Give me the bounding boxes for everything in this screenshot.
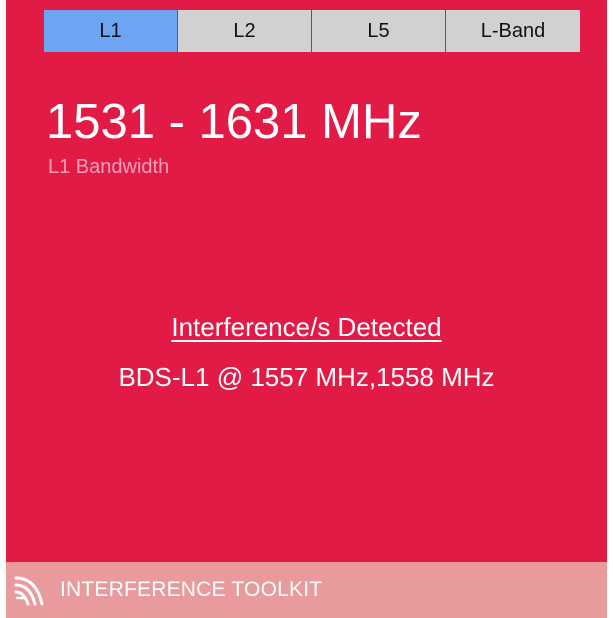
- band-tabs: L1 L2 L5 L-Band: [44, 10, 580, 52]
- bandwidth-caption: L1 Bandwidth: [48, 156, 170, 178]
- footer-title: INTERFERENCE TOOLKIT: [60, 578, 323, 601]
- interference-panel: L1 L2 L5 L-Band 1531 - 1631 MHz L1 Bandw…: [6, 0, 607, 618]
- interference-detail: BDS-L1 @ 1557 MHz,1558 MHz: [118, 362, 495, 392]
- tab-l2[interactable]: L2: [178, 10, 312, 52]
- tab-l5[interactable]: L5: [312, 10, 446, 52]
- tab-l-band[interactable]: L-Band: [446, 10, 580, 52]
- interference-detected-title: Interference/s Detected: [171, 312, 442, 342]
- signal-waves-icon: [14, 576, 44, 606]
- footer-bar: INTERFERENCE TOOLKIT: [6, 562, 607, 618]
- tab-l1[interactable]: L1: [44, 10, 178, 52]
- frequency-range: 1531 - 1631 MHz: [46, 95, 422, 149]
